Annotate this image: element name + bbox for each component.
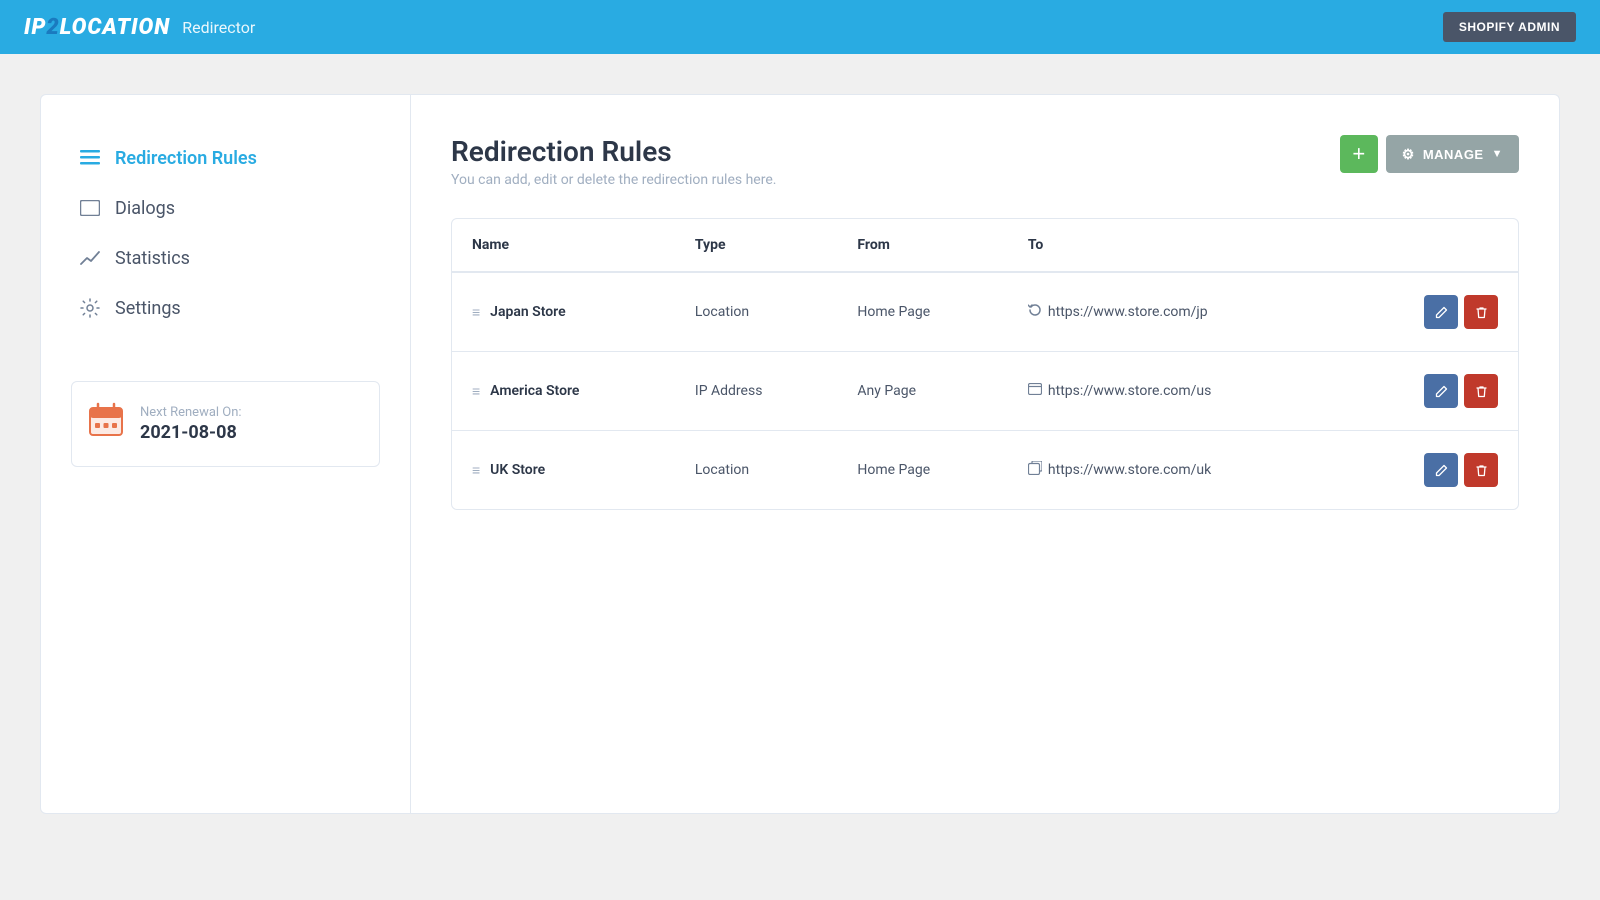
dialogs-icon [79,197,101,219]
sidebar-item-label-redirection-rules: Redirection Rules [115,148,257,169]
main-content: Redirection Rules You can add, edit or d… [411,95,1559,813]
main-wrapper: Redirection Rules Dialogs Statistics [0,54,1600,854]
logo-location: LOCATION [60,15,171,40]
logo-2: 2 [46,15,59,40]
drag-handle-icon[interactable]: ≡ [472,383,480,400]
renewal-date: 2021-08-08 [140,422,242,443]
brand: IP2LOCATION Redirector [24,15,255,40]
cell-actions-1 [1346,352,1518,431]
table-header-row: Name Type From To [452,219,1518,272]
sidebar-item-dialogs[interactable]: Dialogs [71,185,380,231]
sidebar-item-label-dialogs: Dialogs [115,198,175,219]
renewal-info: Next Renewal On: 2021-08-08 [140,405,242,443]
statistics-icon [79,247,101,269]
delete-rule-button-2[interactable] [1464,453,1498,487]
settings-icon [79,297,101,319]
col-actions [1346,219,1518,272]
col-from: From [837,219,1008,272]
cell-type-0: Location [675,272,838,352]
renewal-card: Next Renewal On: 2021-08-08 [71,381,380,467]
rule-name-2: UK Store [490,462,545,478]
calendar-icon [88,402,124,446]
cell-name-1: ≡ America Store [452,352,675,431]
table-row: ≡ America Store IP Address Any Page http… [452,352,1518,431]
drag-handle-icon[interactable]: ≡ [472,304,480,321]
add-rule-button[interactable]: + [1340,135,1378,173]
edit-rule-button-1[interactable] [1424,374,1458,408]
manage-button[interactable]: ⚙ MANAGE ▼ [1386,135,1519,173]
sidebar-item-label-settings: Settings [115,298,181,319]
edit-rule-button-0[interactable] [1424,295,1458,329]
topnav: IP2LOCATION Redirector SHOPIFY ADMIN [0,0,1600,54]
content-title-group: Redirection Rules You can add, edit or d… [451,135,776,188]
sidebar-item-redirection-rules[interactable]: Redirection Rules [71,135,380,181]
cell-to-1: https://www.store.com/us [1008,352,1346,431]
header-actions: + ⚙ MANAGE ▼ [1340,135,1519,173]
cell-actions-0 [1346,272,1518,352]
cell-to-0: https://www.store.com/jp [1008,272,1346,352]
shopify-admin-button[interactable]: SHOPIFY ADMIN [1443,12,1576,42]
list-icon [79,147,101,169]
main-card: Redirection Rules Dialogs Statistics [40,94,1560,814]
col-name: Name [452,219,675,272]
to-url-2: https://www.store.com/uk [1048,462,1211,478]
to-type-icon-1 [1028,383,1042,399]
rule-name-1: America Store [490,383,579,399]
rules-table: Name Type From To ≡ Japan Store Locatio [452,219,1518,509]
col-type: Type [675,219,838,272]
to-url-0: https://www.store.com/jp [1048,304,1208,320]
drag-handle-icon[interactable]: ≡ [472,462,480,479]
to-type-icon-2 [1028,461,1042,479]
app-subtitle: Redirector [182,18,255,37]
cell-name-2: ≡ UK Store [452,431,675,510]
col-to: To [1008,219,1346,272]
cell-type-2: Location [675,431,838,510]
page-title: Redirection Rules [451,135,776,168]
table-row: ≡ Japan Store Location Home Page https:/… [452,272,1518,352]
delete-rule-button-0[interactable] [1464,295,1498,329]
cell-name-0: ≡ Japan Store [452,272,675,352]
manage-chevron-icon: ▼ [1492,148,1503,160]
table-header: Name Type From To [452,219,1518,272]
delete-rule-button-1[interactable] [1464,374,1498,408]
sidebar: Redirection Rules Dialogs Statistics [41,95,411,813]
page-subtitle: You can add, edit or delete the redirect… [451,172,776,188]
to-type-icon-0 [1028,303,1042,321]
cell-from-2: Home Page [837,431,1008,510]
to-url-1: https://www.store.com/us [1048,383,1211,399]
rule-name-0: Japan Store [490,304,565,320]
edit-rule-button-2[interactable] [1424,453,1458,487]
cell-actions-2 [1346,431,1518,510]
sidebar-item-settings[interactable]: Settings [71,285,380,331]
sidebar-item-label-statistics: Statistics [115,248,190,269]
cell-from-0: Home Page [837,272,1008,352]
sidebar-item-statistics[interactable]: Statistics [71,235,380,281]
manage-label: MANAGE [1423,147,1484,162]
rules-table-container: Name Type From To ≡ Japan Store Locatio [451,218,1519,510]
cell-to-2: https://www.store.com/uk [1008,431,1346,510]
plus-icon: + [1352,141,1365,167]
logo: IP2LOCATION [24,15,170,40]
content-header: Redirection Rules You can add, edit or d… [451,135,1519,188]
manage-gear-icon: ⚙ [1402,146,1415,163]
logo-ip: IP [24,15,46,40]
cell-type-1: IP Address [675,352,838,431]
table-row: ≡ UK Store Location Home Page https://ww… [452,431,1518,510]
cell-from-1: Any Page [837,352,1008,431]
table-body: ≡ Japan Store Location Home Page https:/… [452,272,1518,509]
renewal-label: Next Renewal On: [140,405,242,420]
